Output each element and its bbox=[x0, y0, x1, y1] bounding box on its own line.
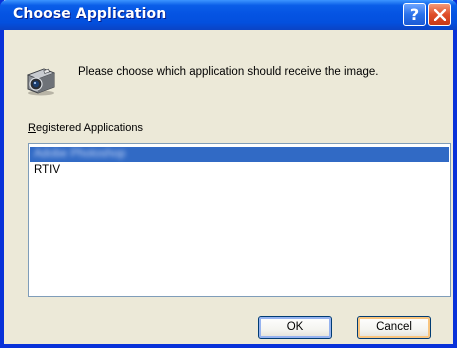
list-item-rtiv[interactable]: RTIV bbox=[30, 163, 60, 178]
camera-icon bbox=[26, 68, 56, 96]
choose-application-dialog: Choose Application ? Please choose which… bbox=[0, 0, 457, 348]
help-icon: ? bbox=[409, 5, 420, 24]
ok-button[interactable]: OK bbox=[258, 316, 332, 339]
label-text: egistered Applications bbox=[35, 122, 143, 134]
close-icon bbox=[434, 9, 446, 21]
cancel-button[interactable]: Cancel bbox=[357, 316, 431, 339]
help-button[interactable]: ? bbox=[403, 3, 426, 26]
list-item-selected[interactable]: Adobe Photoshop bbox=[30, 147, 449, 162]
window-title: Choose Application bbox=[13, 6, 167, 22]
close-button[interactable] bbox=[428, 3, 451, 26]
registered-applications-list[interactable]: Adobe Photoshop RTIV bbox=[28, 143, 451, 297]
prompt-text: Please choose which application should r… bbox=[78, 66, 379, 78]
title-bar[interactable]: Choose Application ? bbox=[0, 0, 457, 30]
list-item-label: Adobe Photoshop bbox=[34, 148, 126, 160]
label-accelerator: R bbox=[28, 122, 36, 134]
registered-applications-label: Registered Applications bbox=[28, 122, 143, 134]
list-item-label: RTIV bbox=[34, 164, 60, 176]
